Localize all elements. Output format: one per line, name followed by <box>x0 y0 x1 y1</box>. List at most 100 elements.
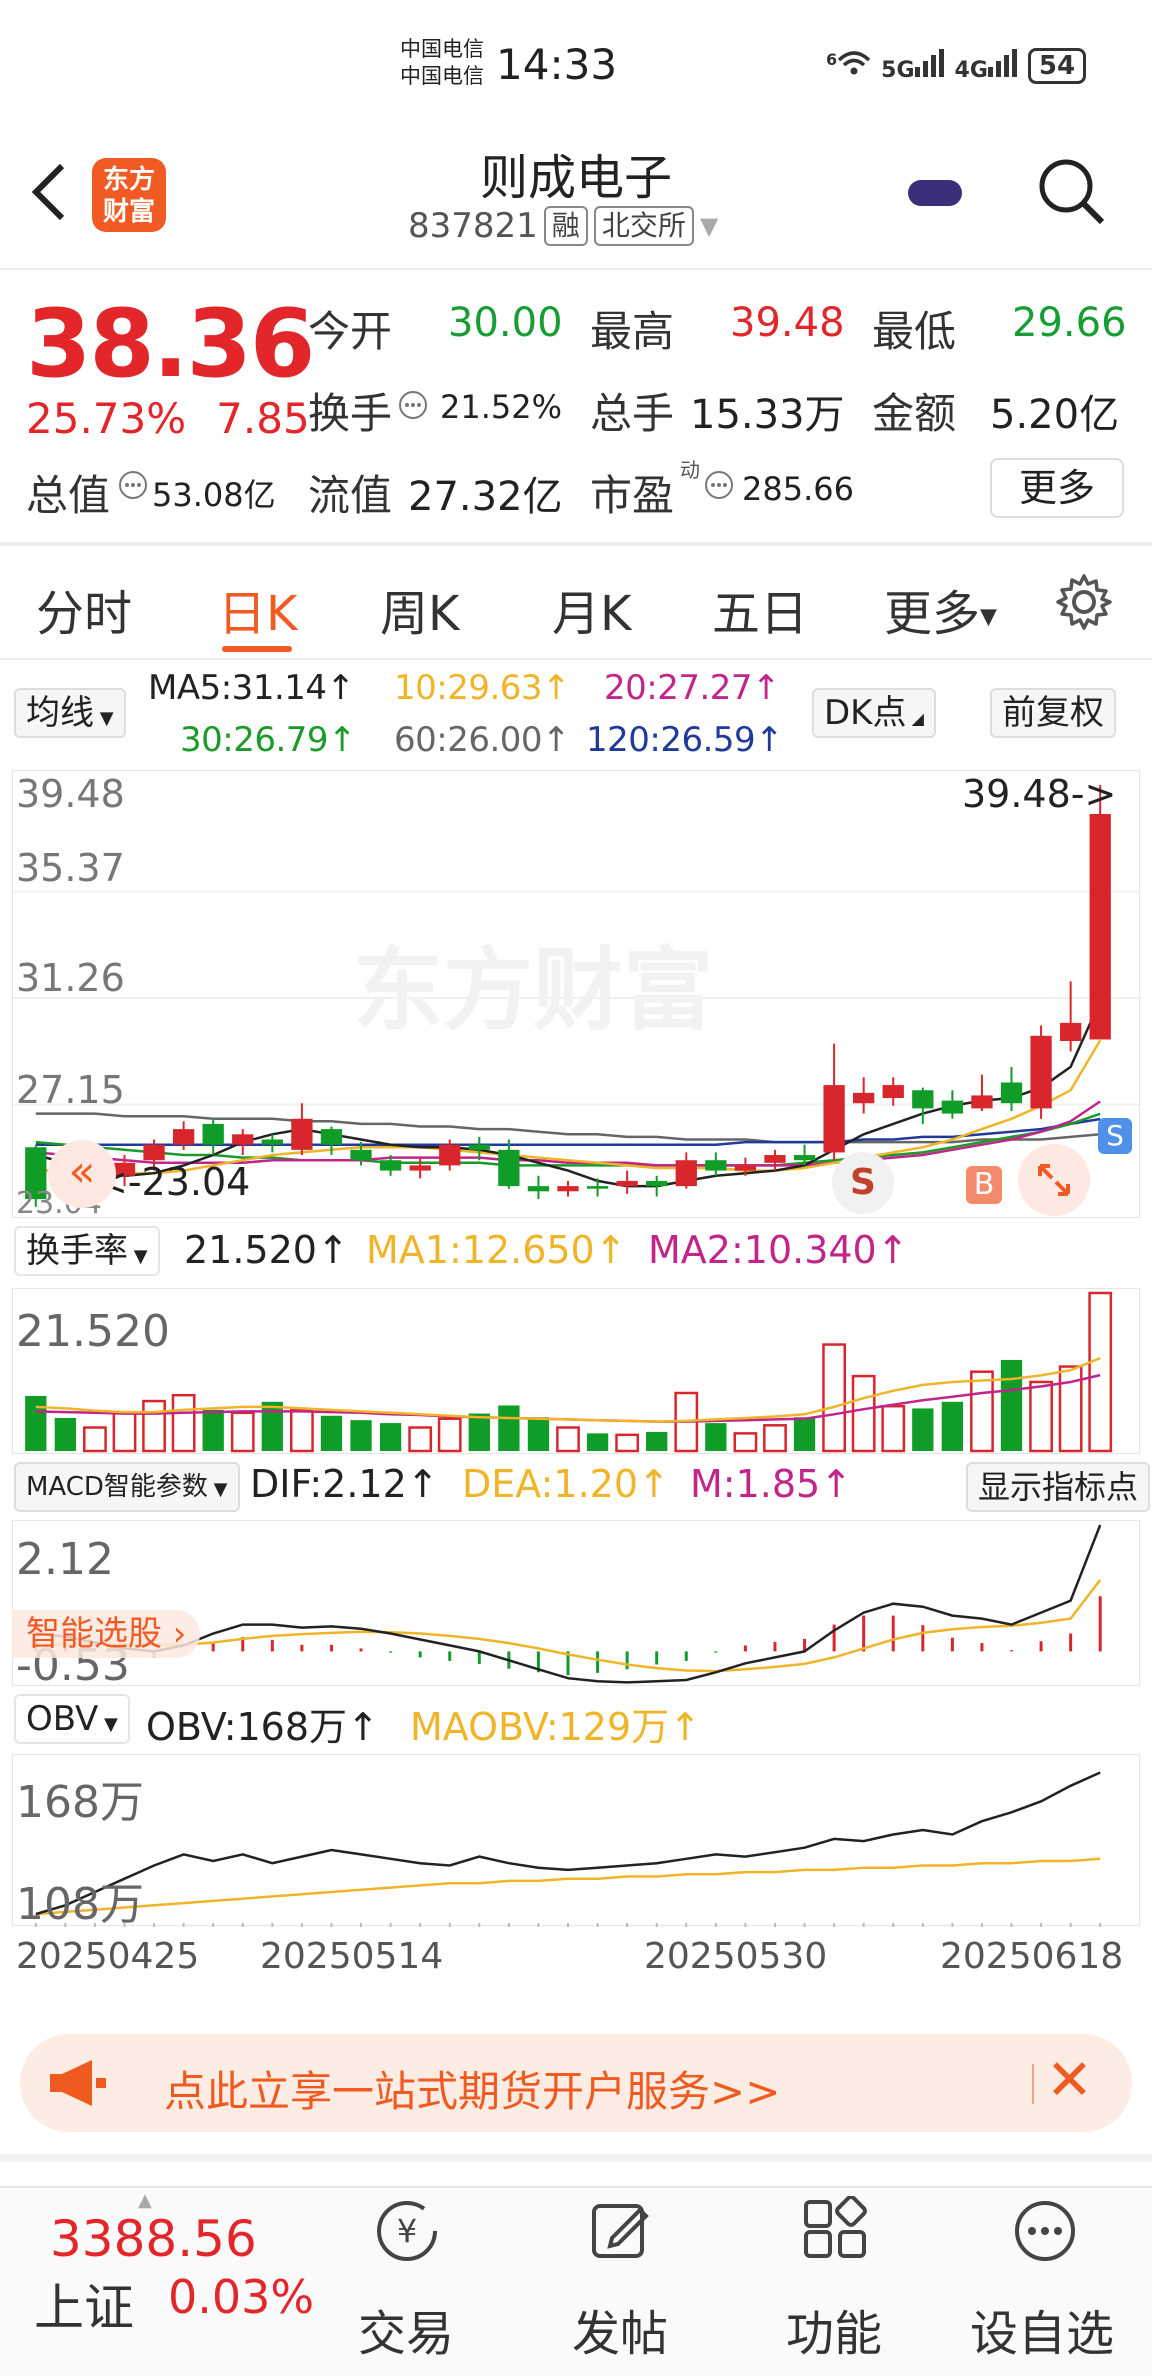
turnover-bar <box>615 1433 640 1453</box>
more-dots-icon[interactable] <box>1010 2196 1080 2266</box>
futures-promo-banner[interactable]: 点此立享一站式期货开户服务>> ✕ <box>20 2034 1132 2132</box>
tab-more[interactable]: 更多▼ <box>884 574 997 644</box>
date-label: 20250514 <box>260 1936 444 1977</box>
info-icon[interactable] <box>704 470 734 504</box>
candle-body <box>557 1186 579 1192</box>
stock-code-row[interactable]: 837821 融 北交所 ▼ <box>408 206 718 246</box>
y-axis-2: 35.37 <box>16 846 125 890</box>
candle-body <box>1060 1022 1082 1042</box>
turnover-bar <box>230 1411 255 1453</box>
search-icon[interactable] <box>1036 156 1106 226</box>
nav-add-watchlist[interactable]: 设自选 <box>970 2294 1114 2364</box>
expand-up-icon[interactable]: ▲ <box>138 2190 152 2211</box>
banner-separator <box>1032 2064 1034 2104</box>
macd-dea: DEA:1.20↑ <box>462 1462 670 1506</box>
turnover-bar <box>881 1404 906 1453</box>
macd-chart[interactable] <box>12 1520 1140 1686</box>
candle-body <box>734 1165 757 1171</box>
turnover-bar <box>202 1409 224 1451</box>
signal-b-badge[interactable]: B <box>966 1166 1002 1204</box>
current-price: 38.36 <box>26 290 315 399</box>
y-axis-4: 27.15 <box>16 1068 125 1112</box>
obv-selector[interactable]: OBV ▼ <box>14 1694 130 1744</box>
stock-code: 837821 <box>408 206 538 246</box>
turnover-bar <box>912 1408 934 1451</box>
open-value: 30.00 <box>448 300 563 346</box>
turnover-ma1: MA1:12.650↑ <box>366 1228 627 1272</box>
signal-s2-badge[interactable]: S <box>1098 1118 1132 1154</box>
pe-value: 285.66 <box>742 470 854 508</box>
show-indicator-button[interactable]: 显示指标点 <box>966 1462 1151 1512</box>
adjust-button[interactable]: 前复权 <box>990 688 1116 738</box>
post-edit-icon[interactable] <box>586 2196 656 2266</box>
nav-function[interactable]: 功能 <box>786 2294 882 2364</box>
margin-tag: 融 <box>543 206 588 246</box>
smart-pick-button[interactable]: 智能选股 › <box>12 1610 201 1658</box>
tab-intraday[interactable]: 分时 <box>36 574 132 644</box>
float-cap-value: 27.32亿 <box>408 474 563 520</box>
turnover-bar <box>527 1417 550 1451</box>
turnover-bar <box>941 1401 964 1451</box>
turnover-bar <box>112 1411 137 1453</box>
close-icon[interactable]: ✕ <box>1046 2048 1093 2113</box>
turnover-label: 换手 <box>308 389 393 438</box>
high-marker: 39.48-> <box>962 772 1117 816</box>
dk-point-button[interactable]: DK点 ◢ <box>812 688 936 738</box>
index-value[interactable]: 3388.56 <box>50 2210 257 2268</box>
macd-selector[interactable]: MACD智能参数 ▼ <box>14 1462 240 1512</box>
macd-m: M:1.85↑ <box>690 1462 853 1506</box>
turnover-value: 21.52% <box>440 388 563 426</box>
carrier-2: 中国电信 <box>400 64 484 88</box>
high-label: 最高 <box>590 307 675 356</box>
candle-body <box>1030 1035 1052 1109</box>
ma-selector[interactable]: 均线 ▼ <box>14 688 126 738</box>
settings-gear-icon[interactable] <box>1054 572 1114 636</box>
index-name[interactable]: 上证 <box>34 2268 134 2340</box>
y-axis-max: 39.48 <box>16 772 125 816</box>
watermark: 东方财富 <box>353 941 713 1041</box>
signal-s-badge[interactable]: S <box>832 1152 894 1214</box>
candle-body <box>823 1085 845 1153</box>
index-change[interactable]: 0.03% <box>168 2270 314 2324</box>
info-icon[interactable] <box>118 470 148 504</box>
more-quote-button[interactable]: 更多 <box>990 458 1124 518</box>
megaphone-icon <box>48 2058 108 2112</box>
function-grid-icon[interactable] <box>800 2195 870 2266</box>
candle-body <box>912 1090 934 1109</box>
obv-chart[interactable] <box>12 1754 1140 1927</box>
candle-body <box>527 1186 550 1192</box>
turnover-bar <box>350 1420 372 1451</box>
ma30-line <box>35 1112 1101 1167</box>
nav-trade[interactable]: 交易 <box>358 2294 454 2364</box>
ma10-line <box>35 1039 1102 1175</box>
turnover-selector[interactable]: 换手率 ▼ <box>14 1226 160 1276</box>
nav-post[interactable]: 发帖 <box>572 2294 668 2364</box>
ma20-value: 20:27.27↑ <box>604 668 781 708</box>
turnover-bar <box>1000 1359 1023 1451</box>
tab-five-day[interactable]: 五日 <box>712 574 808 644</box>
turnover-axis-max: 21.520 <box>16 1306 170 1357</box>
kline-chart[interactable]: 东方财富 <box>12 770 1141 1218</box>
turnover-bar <box>822 1343 847 1453</box>
tab-weekly-k[interactable]: 周K <box>380 574 459 644</box>
turnover-bar <box>1029 1380 1053 1453</box>
turnover-bar <box>142 1399 166 1453</box>
trade-yen-icon[interactable]: ¥ <box>372 2196 442 2266</box>
turnover-bar <box>25 1395 47 1451</box>
tab-daily-k[interactable]: 日K <box>218 574 297 644</box>
carrier-1: 中国电信 <box>400 37 484 61</box>
price-change: 25.73% 7.85 <box>26 394 310 443</box>
active-tab-indicator <box>222 646 292 652</box>
obv-axis-max: 168万 <box>16 1777 144 1828</box>
tab-monthly-k[interactable]: 月K <box>552 574 631 644</box>
candle-body <box>143 1144 165 1161</box>
macd-dif: DIF:2.12↑ <box>250 1462 439 1506</box>
turnover-chart[interactable] <box>12 1288 1140 1454</box>
turnover-bar <box>1088 1291 1113 1453</box>
info-icon[interactable] <box>398 390 428 424</box>
ai-assistant-robot-icon[interactable] <box>890 150 980 240</box>
expand-icon[interactable] <box>1018 1144 1090 1216</box>
candle-body <box>350 1149 372 1161</box>
ma60-value: 60:26.00↑ <box>394 720 571 760</box>
left-arrows-icon[interactable]: « <box>48 1140 116 1208</box>
